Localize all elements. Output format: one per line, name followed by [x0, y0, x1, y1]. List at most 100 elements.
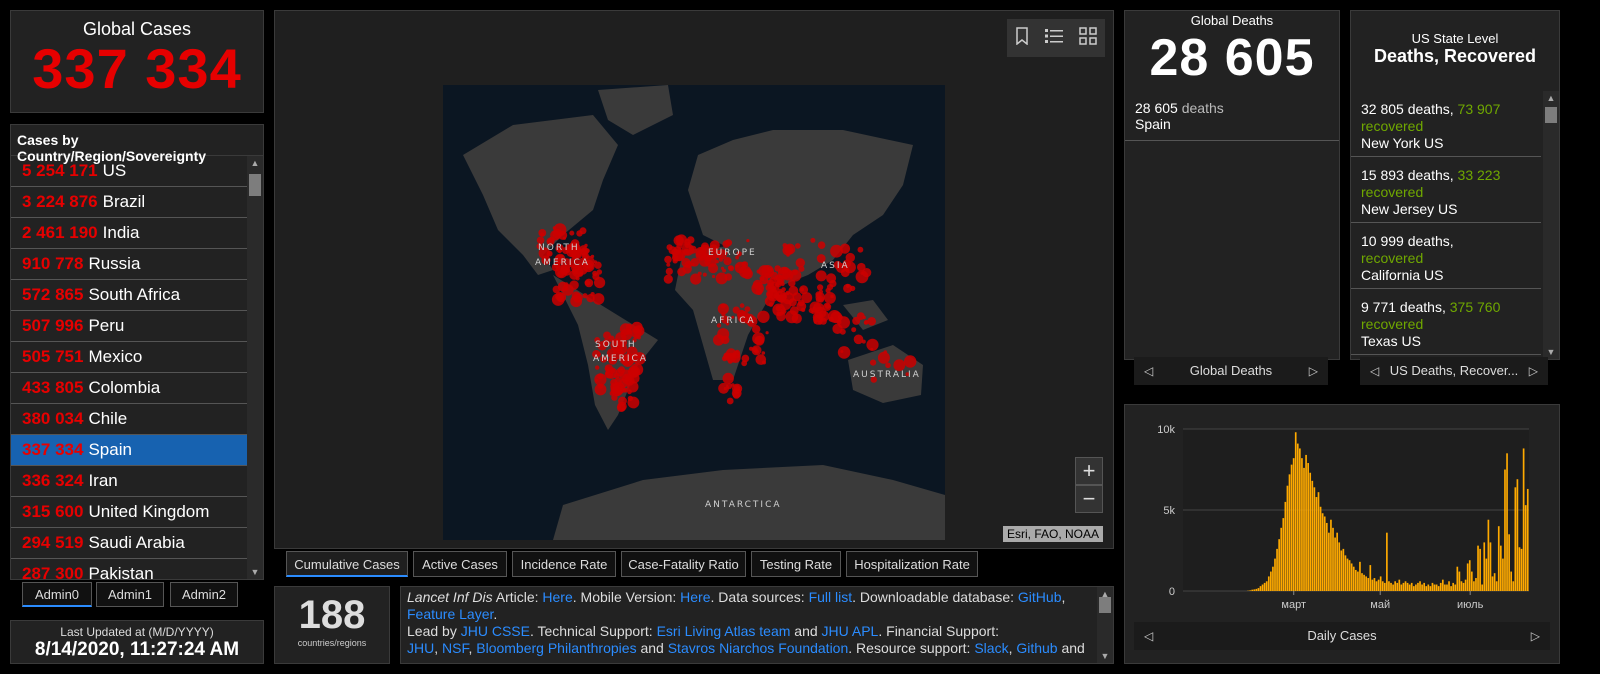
case-marker[interactable] — [867, 317, 876, 326]
case-marker[interactable] — [749, 346, 753, 351]
chart-bar[interactable] — [1468, 560, 1471, 591]
chart-bar[interactable] — [1377, 579, 1380, 591]
chart-bar[interactable] — [1350, 563, 1353, 591]
case-marker[interactable] — [754, 349, 759, 354]
tab-admin2[interactable]: Admin2 — [170, 582, 238, 607]
chart-bar[interactable] — [1348, 560, 1351, 591]
case-marker[interactable] — [603, 331, 611, 340]
case-marker[interactable] — [818, 310, 830, 322]
chart-bar[interactable] — [1330, 519, 1332, 591]
case-marker[interactable] — [590, 254, 595, 259]
chart-bar[interactable] — [1526, 488, 1529, 591]
jhu-link[interactable]: JHU — [407, 640, 434, 656]
case-marker[interactable] — [799, 287, 805, 292]
chart-bar[interactable] — [1365, 576, 1367, 591]
chart-bar[interactable] — [1253, 589, 1256, 591]
case-marker[interactable] — [595, 378, 599, 382]
chart-bar[interactable] — [1344, 555, 1347, 591]
case-marker[interactable] — [752, 325, 761, 334]
case-marker[interactable] — [795, 243, 801, 249]
case-marker[interactable] — [552, 226, 557, 230]
chart-bar[interactable] — [1336, 532, 1338, 591]
scroll-up-icon[interactable]: ▲ — [1543, 91, 1559, 105]
chart-bar[interactable] — [1410, 582, 1413, 591]
chart-bar[interactable] — [1361, 573, 1363, 591]
case-marker[interactable] — [808, 308, 814, 314]
us-state-row[interactable]: 15 893 deaths, 33 223 recovered New Jersey… — [1351, 157, 1541, 223]
case-marker[interactable] — [594, 383, 607, 396]
chart-bar[interactable] — [1379, 576, 1382, 591]
article-link[interactable]: Here — [542, 589, 572, 605]
country-row[interactable]: 910 778 Russia — [11, 249, 247, 280]
map-panel[interactable]: NORTH AMERICA EUROPE ASIA AFRICA SOUTH A… — [274, 10, 1114, 549]
chart-bar[interactable] — [1475, 578, 1477, 591]
chart-bar[interactable] — [1433, 584, 1436, 591]
case-marker[interactable] — [584, 280, 591, 286]
country-row[interactable]: 336 324 Iran — [11, 466, 247, 497]
chart-bar[interactable] — [1342, 548, 1345, 591]
chart-bar[interactable] — [1309, 472, 1312, 591]
case-marker[interactable] — [717, 328, 730, 341]
tab-admin0[interactable]: Admin0 — [22, 582, 92, 607]
tab-hospitalization-rate[interactable]: Hospitalization Rate — [846, 551, 978, 577]
chart-bar[interactable] — [1479, 548, 1481, 591]
chart-bar[interactable] — [1276, 548, 1278, 591]
chart-bar[interactable] — [1328, 532, 1330, 591]
chart-bar[interactable] — [1495, 581, 1498, 591]
country-row[interactable]: 337 334 Spain — [11, 435, 247, 466]
chart-bar[interactable] — [1392, 584, 1394, 591]
case-marker[interactable] — [552, 285, 561, 294]
chart-bar[interactable] — [1477, 545, 1479, 591]
chart-bar[interactable] — [1367, 578, 1370, 591]
chart-bar[interactable] — [1489, 542, 1492, 591]
chart-bar[interactable] — [1334, 537, 1336, 591]
scroll-thumb[interactable] — [249, 174, 261, 196]
stavros-link[interactable]: Stavros Niarchos Foundation — [668, 640, 849, 656]
scroll-thumb[interactable] — [1099, 597, 1111, 613]
chart-bar[interactable] — [1390, 582, 1392, 591]
chart-bar[interactable] — [1448, 581, 1450, 591]
tab-testing-rate[interactable]: Testing Rate — [751, 551, 841, 577]
chart-bar[interactable] — [1363, 574, 1365, 591]
case-marker[interactable] — [857, 246, 864, 253]
case-marker[interactable] — [786, 253, 790, 257]
chart-bar[interactable] — [1446, 584, 1448, 591]
case-marker[interactable] — [765, 331, 769, 335]
case-marker[interactable] — [810, 237, 816, 243]
case-marker[interactable] — [627, 395, 634, 402]
case-marker[interactable] — [846, 284, 850, 288]
case-marker[interactable] — [558, 230, 568, 240]
zoom-in-button[interactable]: + — [1075, 457, 1103, 485]
case-marker[interactable] — [712, 274, 716, 279]
case-marker[interactable] — [757, 310, 770, 323]
case-marker[interactable] — [579, 227, 587, 235]
case-marker[interactable] — [733, 385, 741, 392]
case-marker[interactable] — [722, 268, 726, 273]
chart-bar[interactable] — [1497, 526, 1500, 591]
case-marker[interactable] — [595, 365, 600, 370]
case-marker[interactable] — [664, 255, 672, 264]
case-marker[interactable] — [853, 334, 864, 345]
next-arrow-icon[interactable]: ▷ — [1309, 357, 1318, 385]
case-marker[interactable] — [768, 302, 774, 307]
case-marker[interactable] — [627, 381, 639, 393]
case-marker[interactable] — [579, 245, 587, 253]
country-list-scrollbar[interactable]: ▲ ▼ — [247, 156, 263, 579]
chart-bar[interactable] — [1263, 582, 1266, 591]
github-link[interactable]: GitHub — [1018, 589, 1062, 605]
chart-bar[interactable] — [1311, 480, 1314, 591]
case-marker[interactable] — [628, 367, 639, 378]
chart-bar[interactable] — [1257, 588, 1260, 591]
case-marker[interactable] — [666, 244, 673, 251]
case-marker[interactable] — [557, 270, 565, 278]
chart-bar[interactable] — [1373, 578, 1376, 591]
case-marker[interactable] — [877, 351, 890, 364]
chart-bar[interactable] — [1255, 588, 1258, 591]
case-marker[interactable] — [788, 298, 797, 307]
case-marker[interactable] — [610, 383, 624, 397]
case-marker[interactable] — [777, 266, 791, 280]
chart-bar[interactable] — [1284, 501, 1287, 591]
prev-arrow-icon[interactable]: ◁ — [1370, 357, 1379, 385]
chart-bar[interactable] — [1431, 582, 1434, 591]
chart-bar[interactable] — [1437, 586, 1440, 591]
